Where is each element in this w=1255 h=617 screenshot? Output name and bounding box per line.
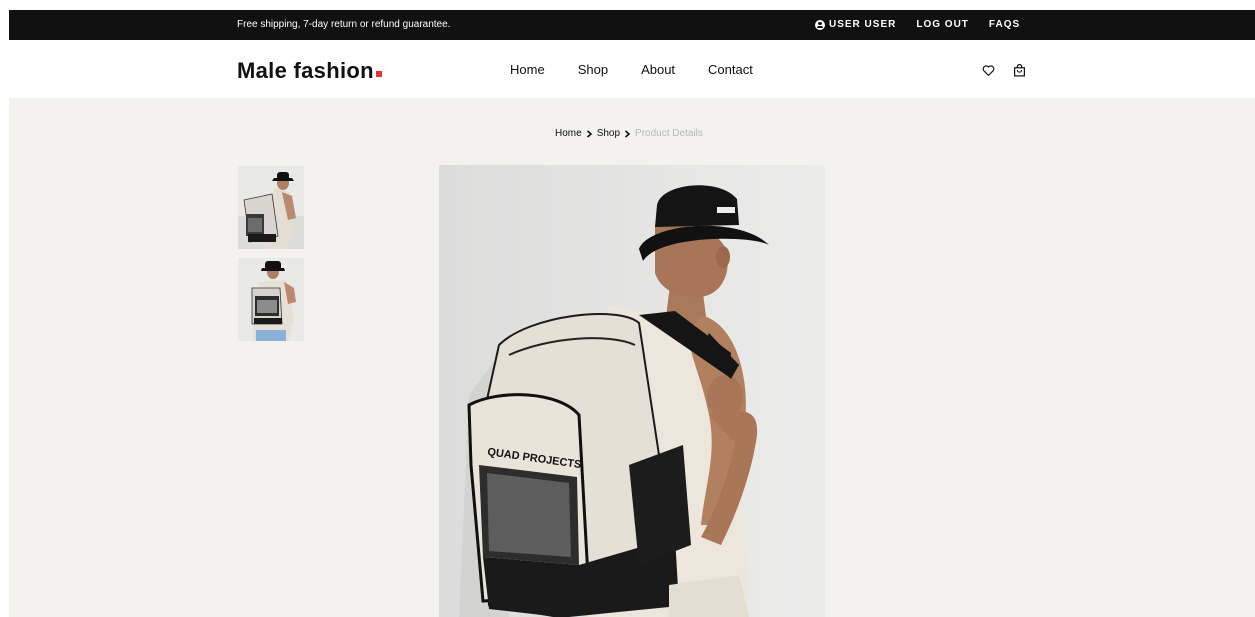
thumbnail-image [238, 258, 304, 341]
header-icons [982, 64, 1026, 77]
nav-about[interactable]: About [641, 62, 675, 77]
chevron-right-icon [625, 129, 631, 138]
logo-accent-dot [375, 71, 382, 77]
breadcrumb-current: Product Details [635, 128, 703, 139]
page: Free shipping, 7-day return or refund gu… [9, 10, 1255, 617]
breadcrumb-shop[interactable]: Shop [597, 128, 620, 139]
logo-text: Male fashion [237, 58, 374, 83]
account-links: USER USER LOG OUT FAQS [815, 19, 1020, 30]
shipping-promo-text: Free shipping, 7-day return or refund gu… [237, 19, 451, 30]
user-icon [815, 19, 825, 30]
site-header: Male fashion Home Shop About Contact [9, 40, 1255, 98]
breadcrumb: Home Shop Product Details [555, 128, 703, 139]
product-photo: QUAD PROJECTS [439, 165, 825, 617]
chevron-right-icon [586, 129, 592, 138]
product-thumbnail-2[interactable] [238, 258, 304, 341]
site-logo[interactable]: Male fashion [237, 58, 382, 84]
main-nav: Home Shop About Contact [510, 62, 753, 77]
nav-shop[interactable]: Shop [578, 62, 608, 77]
breadcrumb-home[interactable]: Home [555, 128, 582, 139]
user-account-link[interactable]: USER USER [815, 19, 896, 30]
product-details-section: Home Shop Product Details QUAD PROJECTS [9, 98, 1255, 617]
main-product-image: QUAD PROJECTS [439, 165, 825, 617]
nav-home[interactable]: Home [510, 62, 545, 77]
product-thumbnail-1[interactable] [238, 166, 304, 249]
logout-link[interactable]: LOG OUT [916, 19, 969, 30]
thumbnail-image [238, 166, 304, 249]
top-announcement-bar: Free shipping, 7-day return or refund gu… [9, 10, 1255, 40]
nav-contact[interactable]: Contact [708, 62, 753, 77]
user-name: USER USER [829, 19, 897, 30]
faqs-link[interactable]: FAQS [989, 19, 1020, 30]
heart-icon[interactable] [982, 64, 995, 77]
shopping-bag-icon[interactable] [1013, 64, 1026, 77]
